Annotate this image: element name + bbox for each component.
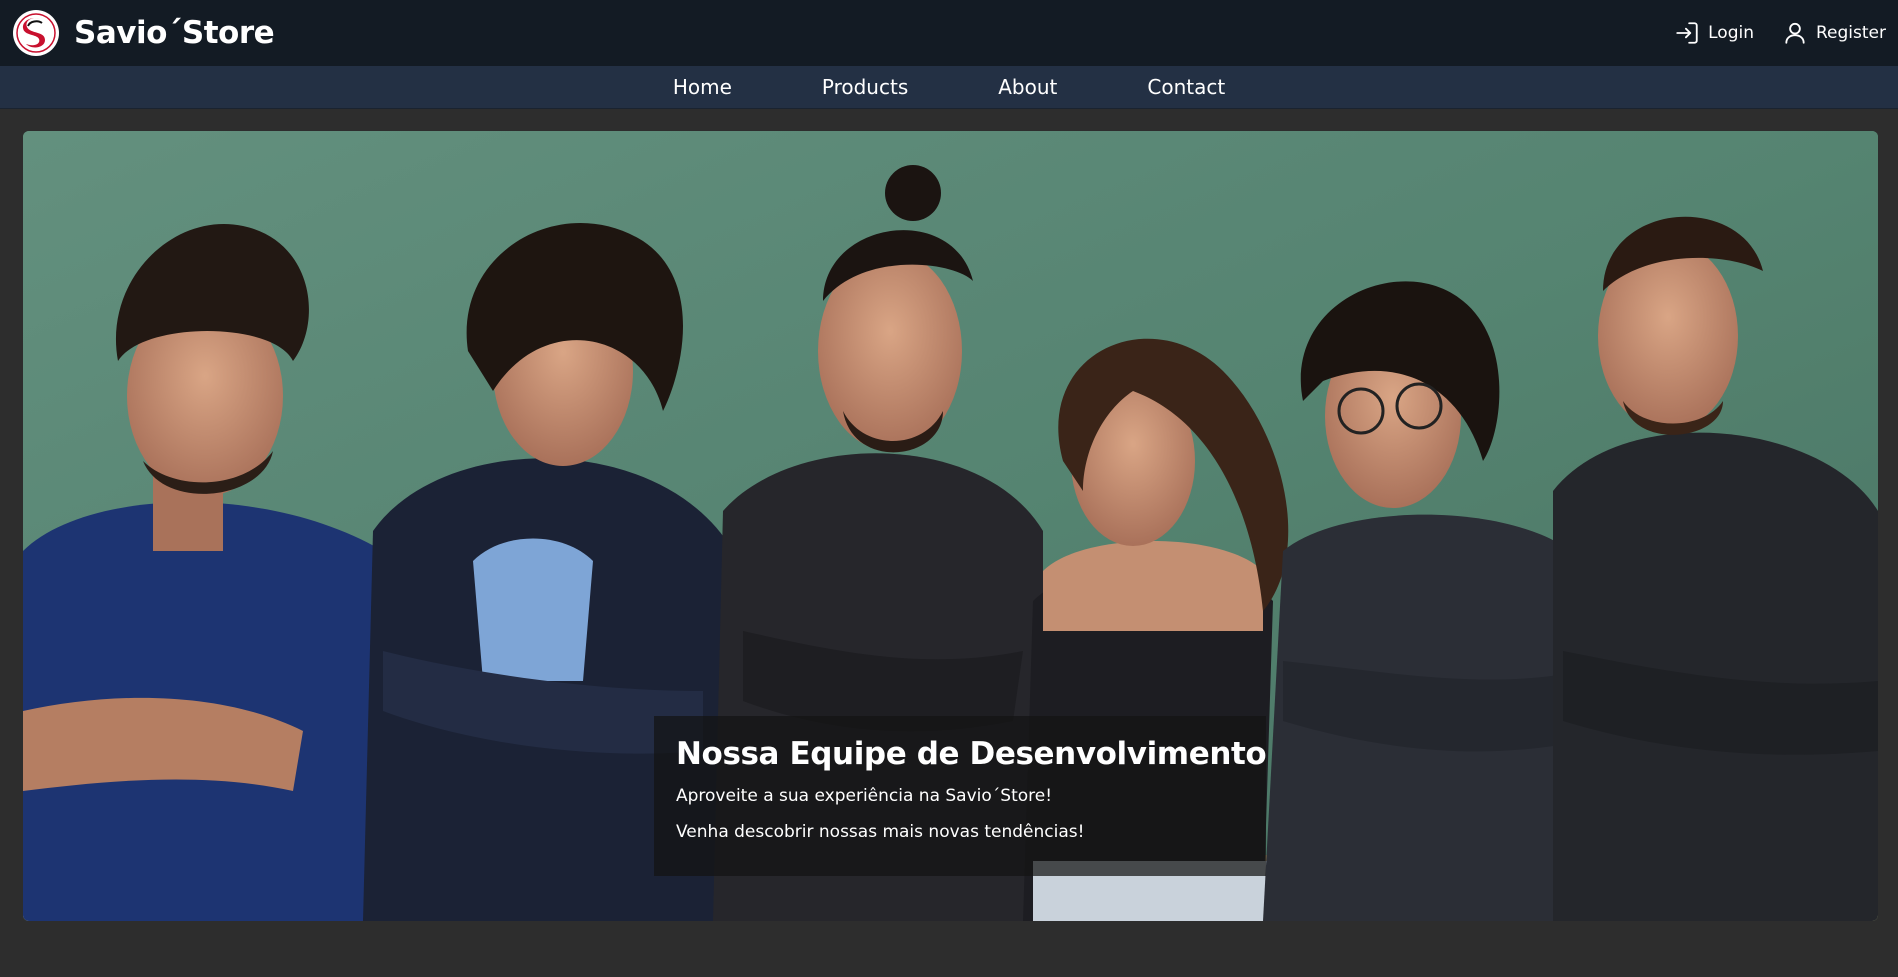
nav-list: Home Products About Contact: [628, 75, 1270, 99]
nav-item-home[interactable]: Home: [628, 75, 777, 99]
site-header: Savio´Store Login Register: [0, 0, 1898, 66]
login-link[interactable]: Login: [1674, 20, 1754, 46]
register-link[interactable]: Register: [1782, 20, 1886, 46]
nav-item-products[interactable]: Products: [777, 75, 953, 99]
brand-name: Savio´Store: [74, 15, 275, 51]
main-nav: Home Products About Contact: [0, 66, 1898, 109]
auth-links: Login Register: [1674, 20, 1886, 46]
brand-logo-icon: [13, 10, 59, 56]
hero-subtitle-1: Aproveite a sua experiência na Savio´Sto…: [676, 786, 1053, 806]
hero-banner: Nossa Equipe de Desenvolvimento Aproveit…: [23, 131, 1878, 921]
register-label: Register: [1816, 23, 1886, 43]
hero-subtitle-2: Venha descobrir nossas mais novas tendên…: [676, 822, 1085, 842]
hero-title: Nossa Equipe de Desenvolvimento: [676, 736, 1267, 772]
login-icon: [1676, 22, 1698, 44]
nav-item-about[interactable]: About: [953, 75, 1102, 99]
nav-item-contact[interactable]: Contact: [1102, 75, 1270, 99]
login-label: Login: [1708, 23, 1754, 43]
user-icon: [1785, 22, 1805, 44]
brand[interactable]: Savio´Store: [12, 9, 275, 57]
hero-caption: Nossa Equipe de Desenvolvimento Aproveit…: [654, 716, 1267, 876]
